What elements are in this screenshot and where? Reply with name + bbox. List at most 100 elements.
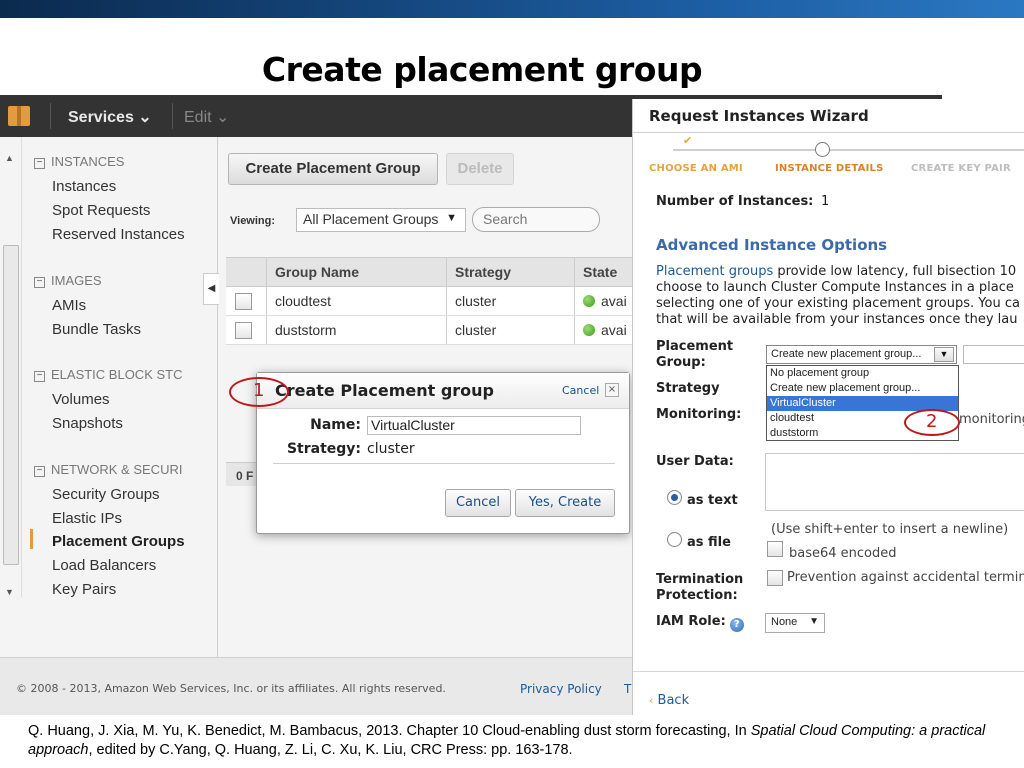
as-text-radio[interactable]	[667, 490, 682, 505]
annotation-number-2: 2	[926, 411, 938, 432]
back-link[interactable]: ‹ Back	[649, 693, 689, 708]
viewing-filter-select[interactable]: All Placement Groups ▼	[296, 208, 466, 232]
active-indicator	[30, 529, 33, 549]
help-icon[interactable]: ?	[729, 618, 744, 632]
newline-hint: (Use shift+enter to insert a newline)	[771, 522, 1009, 537]
sidebar-item-snapshots[interactable]: Snapshots	[52, 415, 123, 432]
collapse-icon[interactable]: −	[34, 371, 45, 382]
termination-protection-text: Prevention against accidental terminati	[787, 570, 1024, 585]
sidebar-section-ebs[interactable]: − ELASTIC BLOCK STC	[34, 367, 182, 382]
step-choose-ami[interactable]: CHOOSE AN AMI	[649, 163, 743, 174]
strategy-value: cluster	[367, 441, 415, 457]
option-no-placement-group[interactable]: No placement group	[767, 366, 958, 381]
cell-strategy: cluster	[446, 287, 574, 315]
user-data-textarea[interactable]	[765, 453, 1024, 511]
annotation-number-1: 1	[253, 380, 265, 401]
collapse-icon[interactable]: −	[34, 466, 45, 477]
slide-title: Create placement group	[261, 50, 703, 89]
delete-button[interactable]: Delete	[446, 153, 514, 185]
privacy-policy-link[interactable]: Privacy Policy	[520, 682, 602, 696]
advanced-options-heading: Advanced Instance Options	[656, 236, 888, 254]
dropdown-arrow-icon: ▼	[446, 212, 457, 224]
column-strategy[interactable]: Strategy	[446, 258, 574, 286]
services-menu[interactable]: Services ⌄	[68, 107, 152, 127]
dialog-cancel-link[interactable]: Cancel	[562, 384, 599, 397]
placement-groups-description: Placement groups provide low latency, fu…	[656, 264, 1020, 327]
cell-group-name: cloudtest	[266, 287, 446, 315]
sidebar-section-network[interactable]: − NETWORK & SECURI	[34, 462, 182, 477]
wizard-progress-track	[673, 149, 1024, 151]
column-group-name[interactable]: Group Name	[266, 258, 446, 286]
user-data-label: User Data:	[656, 454, 734, 469]
termination-label-line1: Termination	[656, 572, 744, 587]
sidebar-item-volumes[interactable]: Volumes	[52, 391, 110, 408]
scrollbar-thumb[interactable]	[3, 245, 19, 565]
nav-divider	[50, 103, 51, 129]
wizard-title: Request Instances Wizard	[649, 107, 869, 125]
viewing-label: Viewing:	[230, 215, 276, 227]
row-checkbox[interactable]	[235, 293, 252, 310]
table-row[interactable]: cloudtest cluster avai	[226, 287, 646, 316]
monitoring-label: Monitoring:	[656, 407, 742, 422]
placement-group-label-line1: Placement	[656, 339, 734, 354]
sidebar-item-load-balancers[interactable]: Load Balancers	[52, 557, 156, 574]
sidebar-item-key-pairs[interactable]: Key Pairs	[52, 581, 116, 598]
status-available-icon	[583, 324, 595, 336]
close-icon[interactable]: ×	[605, 383, 619, 397]
scroll-up-icon[interactable]: ▲	[5, 153, 14, 163]
placement-groups-link[interactable]: Placement groups	[656, 264, 773, 279]
iam-role-label: IAM Role:?	[656, 614, 744, 632]
placement-group-select[interactable]: Create new placement group... ▼	[766, 345, 957, 364]
search-input[interactable]: Search	[472, 207, 600, 232]
table-row[interactable]: duststorm cluster avai	[226, 316, 646, 345]
sidebar-item-placement-groups[interactable]: Placement Groups	[52, 533, 185, 550]
sidebar-section-images[interactable]: − IMAGES	[34, 273, 102, 288]
chevron-left-icon: ‹	[649, 694, 654, 707]
collapse-icon[interactable]: −	[34, 277, 45, 288]
sidebar-scrollbar[interactable]: ▲ ▼	[0, 137, 22, 597]
as-file-radio[interactable]	[667, 532, 682, 547]
termination-protection-checkbox[interactable]	[767, 570, 783, 586]
sidebar-item-instances[interactable]: Instances	[52, 178, 116, 195]
sidebar-item-spot-requests[interactable]: Spot Requests	[52, 202, 150, 219]
row-checkbox[interactable]	[235, 322, 252, 339]
cell-group-name: duststorm	[266, 316, 446, 344]
sidebar-item-elastic-ips[interactable]: Elastic IPs	[52, 510, 122, 527]
sidebar-section-instances[interactable]: − INSTANCES	[34, 154, 124, 169]
select-all-column[interactable]	[226, 258, 266, 286]
cell-strategy: cluster	[446, 316, 574, 344]
dialog-header: Create Placement group Cancel ×	[257, 373, 629, 409]
collapse-icon[interactable]: −	[34, 158, 45, 169]
status-available-icon	[583, 295, 595, 307]
selection-count: 0 F	[236, 469, 254, 483]
yes-create-button[interactable]: Yes, Create	[515, 489, 615, 517]
step-complete-icon: ✔	[683, 134, 693, 147]
sidebar-item-amis[interactable]: AMIs	[52, 297, 86, 314]
name-label: Name:	[310, 417, 361, 433]
as-text-label: as text	[687, 493, 738, 508]
sidebar-item-security-groups[interactable]: Security Groups	[52, 486, 160, 503]
scroll-down-icon[interactable]: ▼	[5, 587, 14, 597]
terms-link[interactable]: T	[624, 682, 631, 696]
iam-role-select[interactable]: None ▼	[765, 613, 825, 633]
base64-label: base64 encoded	[789, 546, 897, 561]
create-placement-group-dialog: Create Placement group Cancel × Name: Vi…	[256, 372, 630, 534]
name-field[interactable]: VirtualCluster	[367, 416, 581, 435]
collapse-sidebar-icon[interactable]: ◀	[203, 273, 219, 305]
copyright-text: © 2008 - 2013, Amazon Web Services, Inc.…	[16, 682, 446, 695]
option-create-new[interactable]: Create new placement group...	[767, 381, 958, 396]
strategy-label: Strategy:	[286, 441, 361, 457]
dropdown-arrow-icon[interactable]: ▼	[934, 347, 954, 362]
aws-logo-icon[interactable]	[8, 106, 30, 126]
create-placement-group-button[interactable]: Create Placement Group	[228, 153, 438, 185]
sidebar-item-bundle-tasks[interactable]: Bundle Tasks	[52, 321, 141, 338]
cancel-button[interactable]: Cancel	[445, 489, 511, 517]
edit-menu[interactable]: Edit ⌄	[184, 107, 229, 127]
wizard-footer-divider	[633, 671, 1024, 672]
table-header: Group Name Strategy State	[226, 257, 646, 287]
sidebar-item-reserved-instances[interactable]: Reserved Instances	[52, 226, 185, 243]
citation: Q. Huang, J. Xia, M. Yu, K. Benedict, M.…	[28, 723, 986, 758]
base64-checkbox[interactable]	[767, 541, 783, 557]
new-placement-group-name-field[interactable]	[963, 345, 1024, 364]
as-file-label: as file	[687, 535, 731, 550]
